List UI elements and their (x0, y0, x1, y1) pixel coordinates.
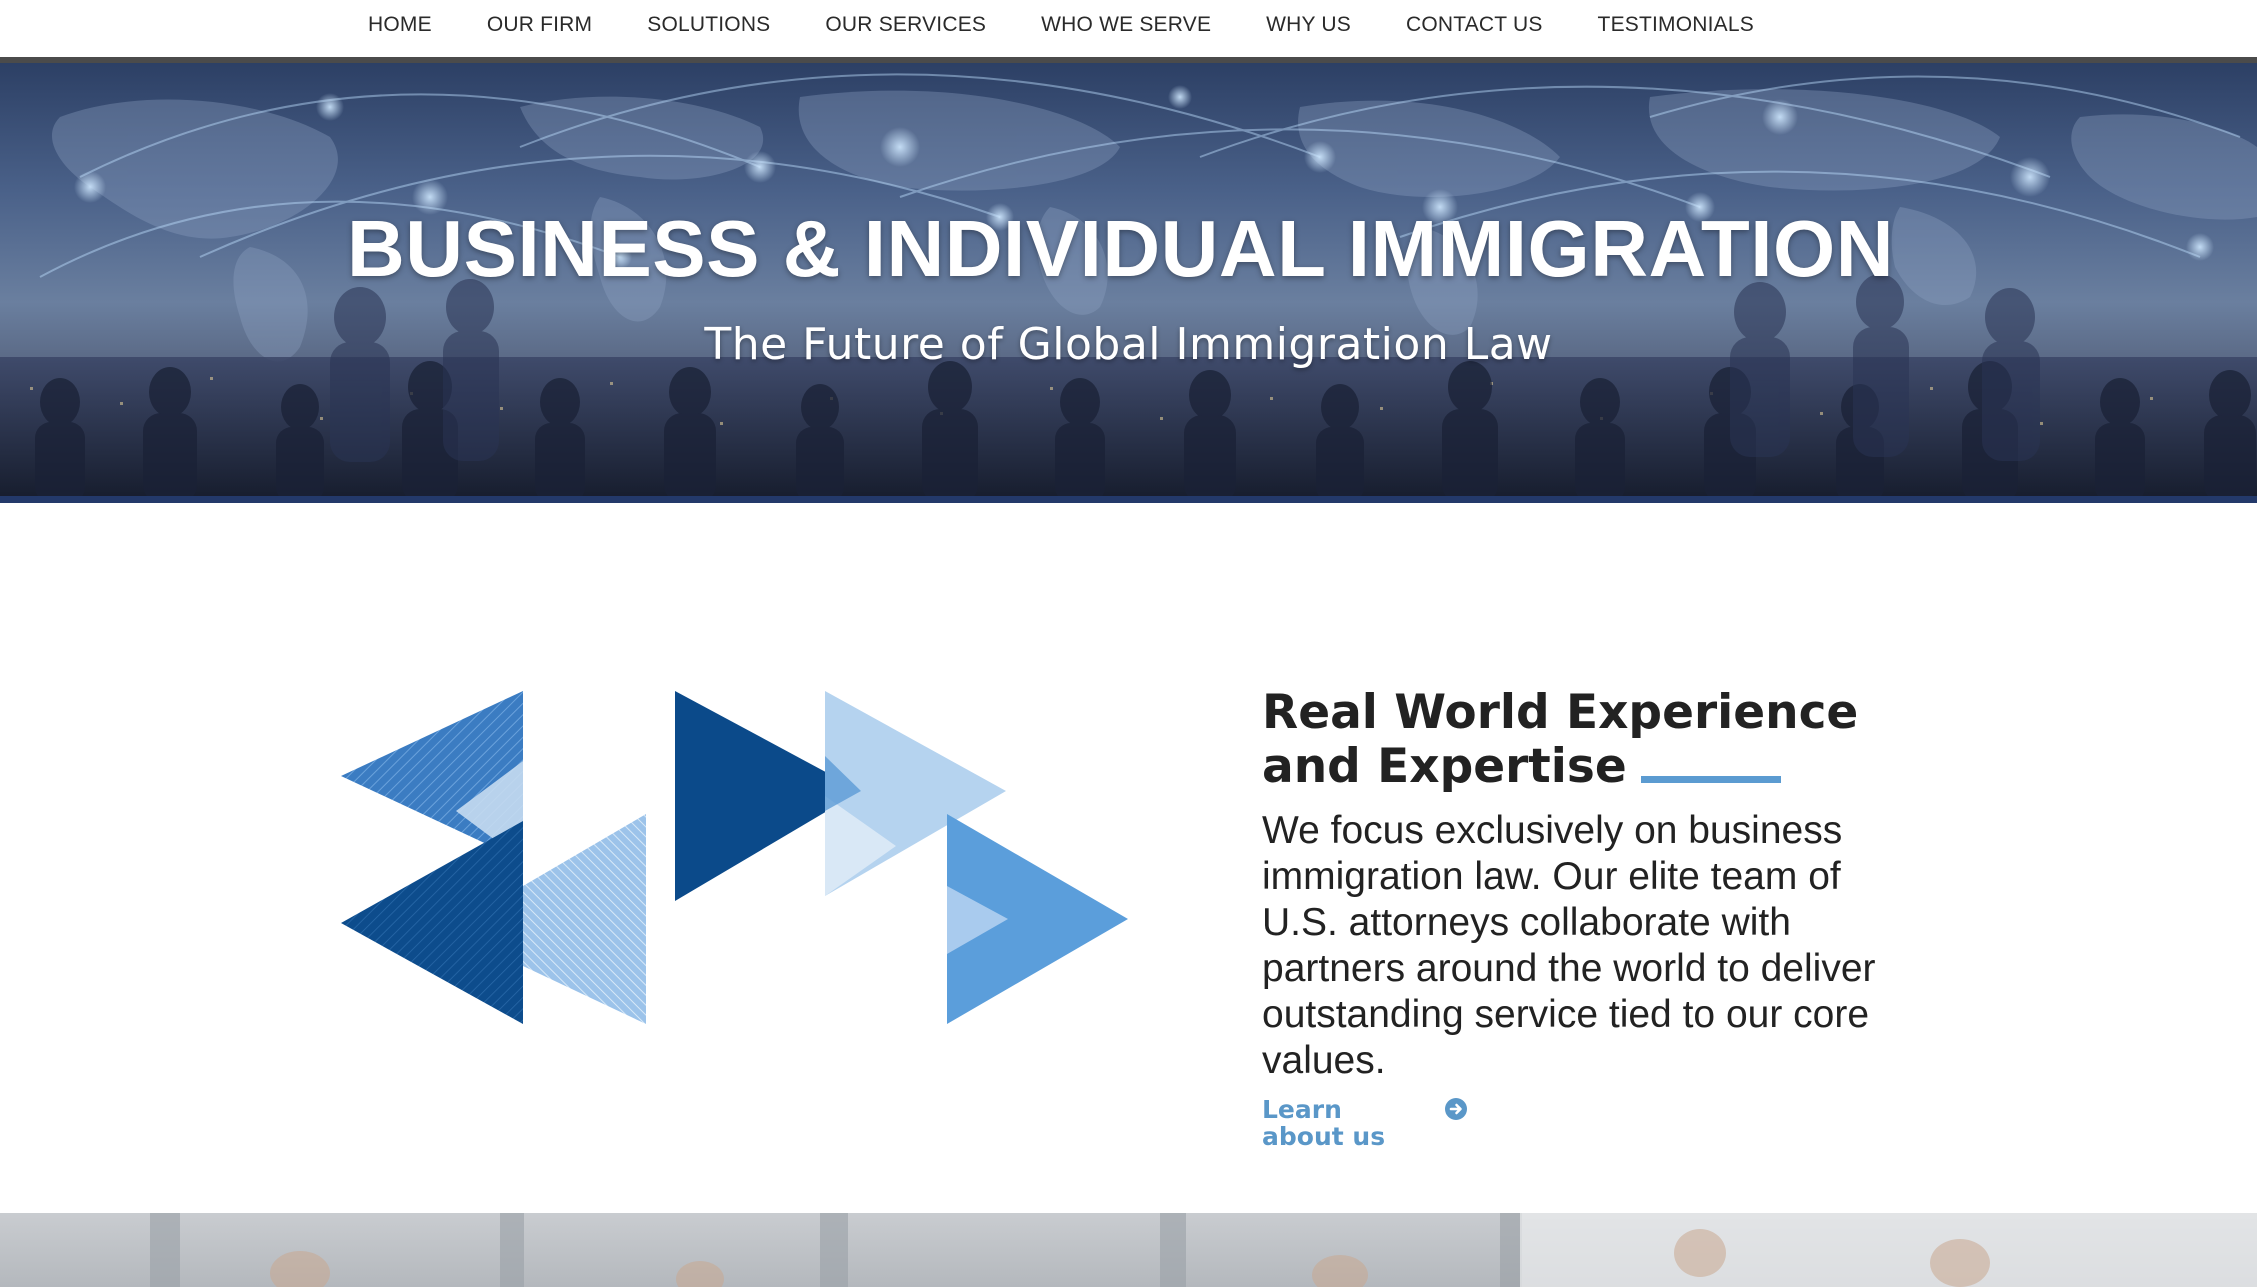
nav-item-contact-us[interactable]: CONTACT US (1406, 13, 1543, 37)
triangle-shape (523, 814, 646, 1024)
office-background-image (150, 1213, 2257, 1287)
nav-item-why-us[interactable]: WHY US (1266, 13, 1351, 37)
nav-item-testimonials[interactable]: TESTIMONIALS (1598, 13, 1754, 37)
hero-banner: BUSINESS & INDIVIDUAL IMMIGRATION The Fu… (0, 57, 2257, 503)
heading-accent-bar (1640, 776, 1781, 783)
about-section: Real World Experience and Expertise We f… (1262, 686, 1922, 1151)
hero-bottom-border (0, 496, 2257, 503)
learn-about-us-label: Learn about us (1262, 1095, 1386, 1151)
hero-top-border (0, 57, 2257, 63)
about-heading-line2: and Expertise (1262, 739, 1627, 794)
nav-item-who-we-serve[interactable]: WHO WE SERVE (1041, 13, 1211, 37)
nav-item-solutions[interactable]: SOLUTIONS (647, 13, 770, 37)
about-body-text: We focus exclusively on business immigra… (1262, 809, 1876, 1082)
triangle-shape (341, 821, 523, 1024)
hero-title: BUSINESS & INDIVIDUAL IMMIGRATION (347, 204, 1894, 293)
nav-menu: HOME OUR FIRM SOLUTIONS OUR SERVICES WHO… (368, 0, 1809, 50)
top-navigation: HOME OUR FIRM SOLUTIONS OUR SERVICES WHO… (0, 0, 2257, 57)
arrow-circle-right-icon (1445, 1098, 1467, 1120)
learn-about-us-link[interactable]: Learn about us (1262, 1096, 1922, 1150)
about-heading: Real World Experience and Expertise (1262, 686, 1922, 794)
about-heading-line1: Real World Experience (1262, 685, 1859, 740)
office-image-band (0, 1213, 2257, 1287)
nav-item-our-services[interactable]: OUR SERVICES (825, 13, 986, 37)
nav-item-home[interactable]: HOME (368, 13, 432, 37)
hero-subtitle: The Future of Global Immigration Law (704, 319, 1553, 370)
triangle-pattern-graphic (341, 691, 1128, 1024)
nav-item-our-firm[interactable]: OUR FIRM (487, 13, 592, 37)
